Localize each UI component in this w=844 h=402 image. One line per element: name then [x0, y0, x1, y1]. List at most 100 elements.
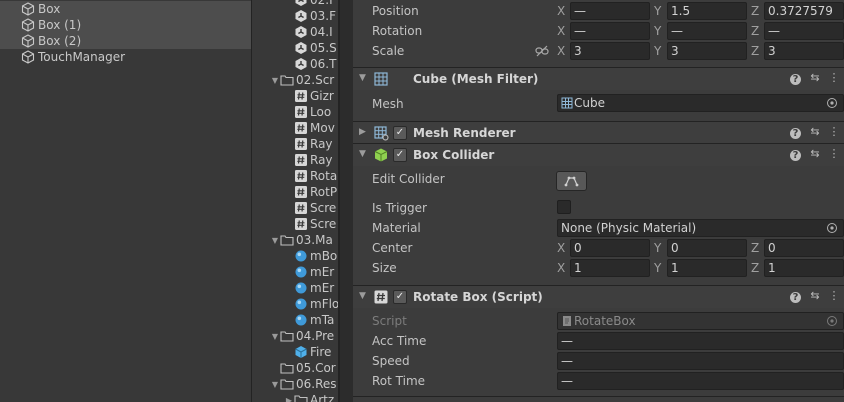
enabled-checkbox[interactable]: ✓ — [393, 148, 407, 162]
help-icon[interactable]: ? — [790, 74, 801, 85]
gameobject-cube-icon — [20, 17, 36, 33]
project-scrollbar[interactable] — [340, 0, 353, 402]
mesh-filter-header[interactable]: ▼ Cube (Mesh Filter) ? ⇆ ⋮ — [353, 67, 844, 90]
project-asset-item[interactable]: Ray — [284, 136, 333, 152]
foldout-arrow-icon[interactable]: ▼ — [359, 149, 366, 159]
presets-sliders-icon[interactable]: ⇆ — [808, 125, 822, 139]
enabled-checkbox[interactable]: ✓ — [393, 290, 407, 304]
context-menu-kebab-icon[interactable]: ⋮ — [827, 71, 841, 85]
size-y-field[interactable]: 1 — [667, 259, 747, 277]
acc-time-field[interactable]: — — [557, 332, 844, 350]
script-hash-icon — [294, 121, 308, 135]
context-menu-kebab-icon[interactable]: ⋮ — [827, 147, 841, 161]
project-asset-item[interactable]: Rota — [284, 168, 337, 184]
object-picker-icon[interactable] — [826, 222, 838, 234]
scale-y-field[interactable]: 3 — [667, 42, 747, 60]
project-item-label: Scre — [310, 217, 337, 231]
project-folder-item[interactable]: ▶ Artz — [284, 392, 334, 402]
project-asset-item[interactable]: mBo — [284, 248, 337, 264]
hierarchy-item-box[interactable]: Box — [0, 1, 251, 17]
project-asset-item[interactable]: Scre — [284, 216, 336, 232]
hierarchy-item-box-1[interactable]: Box (1) — [0, 17, 251, 33]
rotation-y-field[interactable]: — — [667, 22, 747, 40]
project-asset-item[interactable]: 03.F — [284, 8, 336, 24]
project-item-label: Ray — [310, 137, 333, 151]
mesh-object-field[interactable]: Cube — [557, 94, 844, 112]
rotate-box-script-header[interactable]: ▼ ✓ Rotate Box (Script) ? ⇆ ⋮ — [353, 285, 844, 308]
project-asset-item[interactable]: 05.S — [284, 40, 337, 56]
foldout-arrow-icon[interactable]: ▼ — [270, 332, 280, 341]
project-asset-item[interactable]: Fire — [284, 344, 331, 360]
help-icon[interactable]: ? — [790, 150, 801, 161]
project-asset-item[interactable]: RotP — [284, 184, 337, 200]
help-icon[interactable]: ? — [790, 292, 801, 303]
project-folder-item[interactable]: ▼ 06.Res — [270, 376, 337, 392]
box-collider-header[interactable]: ▼ ✓ Box Collider ? ⇆ ⋮ — [353, 143, 844, 166]
project-asset-item[interactable]: Gizr — [284, 88, 334, 104]
scale-z-field[interactable]: 3 — [764, 42, 844, 60]
rotation-z-field[interactable]: — — [764, 22, 844, 40]
edit-collider-button[interactable] — [556, 171, 587, 191]
project-folder-item[interactable]: ▼ 04.Pre — [270, 328, 334, 344]
position-x-field[interactable]: — — [570, 2, 650, 20]
hierarchy-item-box-2[interactable]: Box (2) — [0, 33, 251, 49]
presets-sliders-icon[interactable]: ⇆ — [808, 147, 822, 161]
scale-x-field[interactable]: 3 — [570, 42, 650, 60]
project-asset-item[interactable]: 06.T — [284, 56, 336, 72]
context-menu-kebab-icon[interactable]: ⋮ — [827, 125, 841, 139]
script-hash-icon — [294, 201, 308, 215]
foldout-arrow-icon[interactable]: ▼ — [270, 236, 280, 245]
project-folder-item[interactable]: ▼ 02.Scr — [270, 72, 334, 88]
project-asset-item[interactable]: Scre — [284, 200, 336, 216]
project-item-label: mBo — [310, 249, 338, 263]
unity-scene-icon — [294, 0, 308, 7]
foldout-arrow-icon[interactable]: ▼ — [270, 380, 280, 389]
project-folder-item[interactable]: ▼ 03.Ma — [270, 232, 333, 248]
context-menu-kebab-icon[interactable]: ⋮ — [827, 289, 841, 303]
project-asset-item[interactable]: mTa — [284, 312, 334, 328]
project-asset-item[interactable]: 02.F — [284, 0, 336, 8]
project-asset-item[interactable]: Mov — [284, 120, 335, 136]
size-z-field[interactable]: 1 — [764, 259, 844, 277]
physic-material-field[interactable]: None (Physic Material) — [557, 219, 844, 237]
position-z-field[interactable]: 0.3727579 — [764, 2, 844, 20]
enabled-checkbox[interactable]: ✓ — [393, 126, 407, 140]
presets-sliders-icon[interactable]: ⇆ — [808, 71, 822, 85]
presets-sliders-icon[interactable]: ⇆ — [808, 289, 822, 303]
project-asset-item[interactable]: Loo — [284, 104, 331, 120]
project-asset-item[interactable]: mEr — [284, 280, 334, 296]
folder-icon — [280, 329, 294, 343]
axis-x-label: X — [557, 24, 566, 38]
project-asset-item[interactable]: 04.I — [284, 24, 333, 40]
hierarchy-item-label: Box — [38, 2, 61, 16]
foldout-arrow-icon[interactable]: ▼ — [359, 291, 366, 301]
position-y-field[interactable]: 1.5 — [667, 2, 747, 20]
center-z-field[interactable]: 0 — [764, 239, 844, 257]
foldout-collapsed-arrow-icon[interactable]: ▶ — [284, 396, 294, 402]
size-x-field[interactable]: 1 — [570, 259, 650, 277]
rotation-label: Rotation — [372, 24, 423, 38]
center-x-field[interactable]: 0 — [570, 239, 650, 257]
project-asset-item[interactable]: mEr — [284, 264, 334, 280]
foldout-collapsed-arrow-icon[interactable]: ▶ — [359, 127, 366, 137]
speed-field[interactable]: — — [557, 352, 844, 370]
project-item-label: 04.I — [310, 25, 333, 39]
rot-time-field[interactable]: — — [557, 372, 844, 390]
mesh-renderer-header[interactable]: ▶ ✓ Mesh Renderer ? ⇆ ⋮ — [353, 121, 844, 144]
project-asset-item[interactable]: mFlo — [284, 296, 338, 312]
foldout-arrow-icon[interactable]: ▼ — [270, 76, 280, 85]
axis-x-label: X — [557, 4, 566, 18]
unity-scene-icon — [294, 57, 308, 71]
project-item-label: Rota — [310, 169, 338, 183]
axis-z-label: Z — [751, 261, 760, 275]
foldout-arrow-icon[interactable]: ▼ — [359, 73, 366, 83]
project-asset-item[interactable]: Ray — [284, 152, 333, 168]
constrain-proportions-link-icon[interactable] — [535, 44, 549, 58]
center-y-field[interactable]: 0 — [667, 239, 747, 257]
hierarchy-item-touchmanager[interactable]: TouchManager — [0, 49, 251, 65]
help-icon[interactable]: ? — [790, 128, 801, 139]
object-picker-icon[interactable] — [826, 97, 838, 109]
is-trigger-checkbox[interactable] — [557, 200, 571, 214]
project-folder-item[interactable]: 05.Cor — [270, 360, 336, 376]
rotation-x-field[interactable]: — — [570, 22, 650, 40]
